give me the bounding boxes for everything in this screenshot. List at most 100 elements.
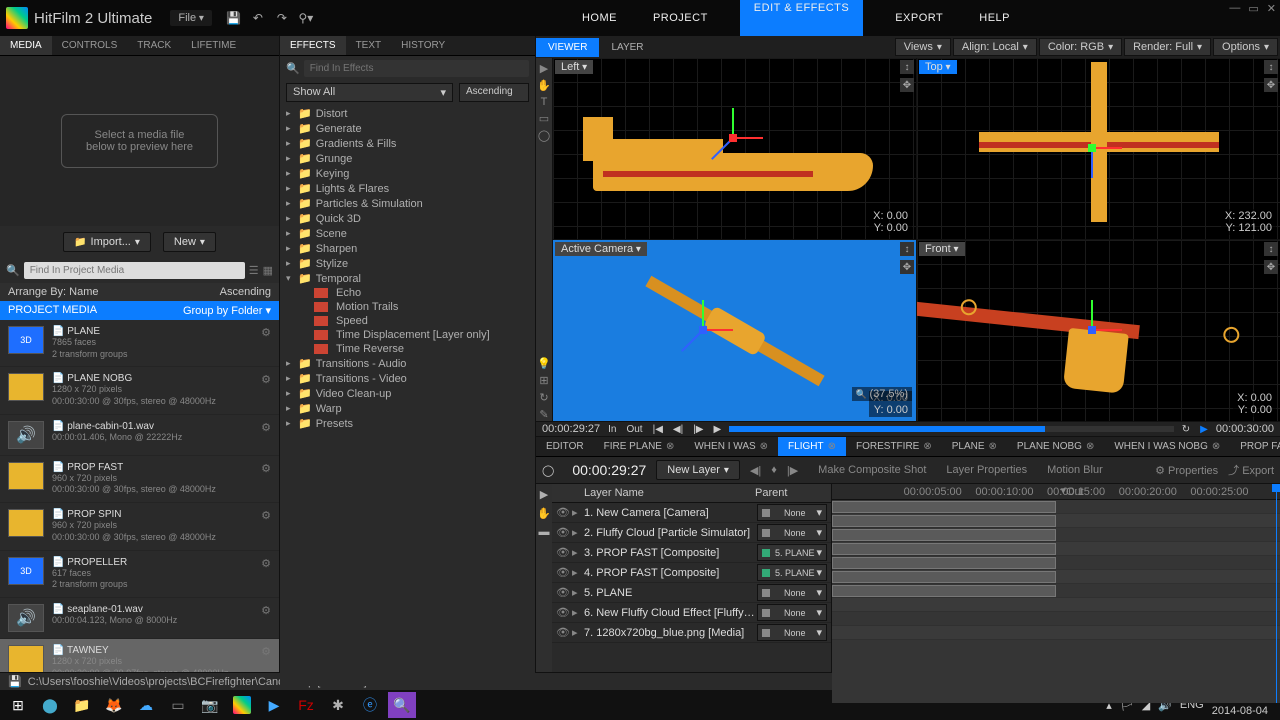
tab-text[interactable]: TEXT xyxy=(346,36,392,55)
timeline-ruler[interactable]: ▾ Out 00:00:05:0000:00:10:0000:00:15:000… xyxy=(832,484,1280,500)
timeline-track[interactable] xyxy=(832,556,1280,570)
maximize-viewport-icon[interactable]: ↕ xyxy=(1264,242,1278,256)
comp-tab[interactable]: WHEN I WAS NOBG⊗ xyxy=(1104,437,1230,456)
effect-folder[interactable]: ▸📁Generate xyxy=(280,121,535,136)
gear-icon[interactable]: ⚙ xyxy=(261,509,271,522)
timeline-track[interactable] xyxy=(832,598,1280,612)
effect-folder[interactable]: ▸📁Grunge xyxy=(280,151,535,166)
clip[interactable] xyxy=(832,543,1056,555)
comp-tab[interactable]: WHEN I WAS⊗ xyxy=(684,437,778,456)
gear-icon[interactable]: ⚙ xyxy=(261,462,271,475)
effect-folder[interactable]: ▸📁Stylize xyxy=(280,256,535,271)
effect-folder[interactable]: ▸📁Lights & Flares xyxy=(280,181,535,196)
close-tab-icon[interactable]: ⊗ xyxy=(760,441,768,452)
orbit-tool-icon[interactable]: ↻ xyxy=(539,391,548,404)
align-dropdown[interactable]: Align: Local ▾ xyxy=(953,38,1037,56)
timeline-tracks[interactable] xyxy=(832,500,1280,640)
kf-icon[interactable]: ♦ xyxy=(771,464,777,476)
hitfilm-icon[interactable] xyxy=(228,692,256,718)
effect-folder[interactable]: ▸📁Presets xyxy=(280,416,535,431)
visibility-icon[interactable]: 👁 xyxy=(556,546,570,559)
visibility-icon[interactable]: 👁 xyxy=(556,586,570,599)
effect-folder[interactable]: ▸📁Video Clean-up xyxy=(280,386,535,401)
effects-sort-dropdown[interactable]: Ascending xyxy=(459,83,529,102)
gear-icon[interactable]: ⚙ xyxy=(261,326,271,339)
effect-item[interactable]: Time Reverse xyxy=(280,342,535,356)
media-item[interactable]: 📄 PLANE NOBG 1280 x 720 pixels 00:00:30:… xyxy=(0,367,279,414)
redo-icon[interactable]: ↷ xyxy=(273,9,291,27)
effect-item[interactable]: Echo xyxy=(280,286,535,300)
nav-export[interactable]: EXPORT xyxy=(891,2,947,34)
search-icon[interactable]: 🔍 xyxy=(388,692,416,718)
expand-icon[interactable]: ▸ xyxy=(572,506,578,519)
comp-tab[interactable]: FIRE PLANE⊗ xyxy=(594,437,685,456)
timeline-track[interactable] xyxy=(832,514,1280,528)
expand-icon[interactable]: ▸ xyxy=(572,566,578,579)
properties-button[interactable]: ⚙ Properties xyxy=(1155,464,1218,477)
maximize-viewport-icon[interactable]: ↕ xyxy=(900,242,914,256)
expand-icon[interactable]: ▸ xyxy=(572,626,578,639)
close-tab-icon[interactable]: ⊗ xyxy=(828,441,836,452)
gear-icon[interactable]: ⚙ xyxy=(261,421,271,434)
layer-row[interactable]: 👁▸ 6. New Fluffy Cloud Effect [Fluffy Cl… xyxy=(552,603,831,623)
make-composite-button[interactable]: Make Composite Shot xyxy=(818,464,926,476)
visibility-icon[interactable]: 👁 xyxy=(556,626,570,639)
step-fwd-icon[interactable]: |▶ xyxy=(691,424,705,435)
effect-item[interactable]: Motion Trails xyxy=(280,300,535,314)
views-dropdown[interactable]: Views ▾ xyxy=(895,38,951,56)
nav-home[interactable]: HOME xyxy=(578,2,621,34)
effect-folder[interactable]: ▸📁Transitions - Video xyxy=(280,371,535,386)
media-item[interactable]: 🔊 📄 plane-cabin-01.wav 00:00:01.406, Mon… xyxy=(0,415,279,456)
save-icon[interactable]: 💾 xyxy=(225,9,243,27)
tab-viewer[interactable]: VIEWER xyxy=(536,38,599,57)
filezilla-icon[interactable]: Fz xyxy=(292,692,320,718)
expand-icon[interactable]: ▸ xyxy=(572,606,578,619)
app-icon[interactable]: ✱ xyxy=(324,692,352,718)
tab-history[interactable]: HISTORY xyxy=(391,36,455,55)
move-viewport-icon[interactable]: ✥ xyxy=(900,260,914,274)
gear-icon[interactable]: ⚙ xyxy=(261,645,271,658)
camera-icon[interactable]: 📷 xyxy=(196,692,224,718)
out-button[interactable]: Out xyxy=(624,424,644,435)
effect-folder[interactable]: ▸📁Distort xyxy=(280,106,535,121)
step-back-icon[interactable]: ◀| xyxy=(671,424,685,435)
gear-icon[interactable]: ⚙ xyxy=(261,373,271,386)
firefox-icon[interactable]: 🦊 xyxy=(100,692,128,718)
play-icon[interactable]: ▶ xyxy=(711,424,723,435)
expand-icon[interactable]: ▸ xyxy=(572,586,578,599)
clip[interactable] xyxy=(832,501,1056,513)
scrubber[interactable] xyxy=(729,426,1174,432)
close-tab-icon[interactable]: ⊗ xyxy=(989,441,997,452)
grid-tool-icon[interactable]: ⊞ xyxy=(539,374,548,387)
move-viewport-icon[interactable]: ✥ xyxy=(1264,78,1278,92)
effect-folder[interactable]: ▸📁Quick 3D xyxy=(280,211,535,226)
expand-icon[interactable]: ▸ xyxy=(572,546,578,559)
clip[interactable] xyxy=(832,529,1056,541)
tab-media[interactable]: MEDIA xyxy=(0,36,52,55)
parent-dropdown[interactable]: 5. PLANE▾ xyxy=(757,544,827,561)
select-tool-icon[interactable]: ▶ xyxy=(540,488,548,501)
maximize-icon[interactable]: ▭ xyxy=(1248,2,1258,15)
effect-folder[interactable]: ▸📁Scene xyxy=(280,226,535,241)
effect-folder[interactable]: ▸📁Gradients & Fills xyxy=(280,136,535,151)
motion-blur-button[interactable]: Motion Blur xyxy=(1047,464,1103,476)
comp-tab[interactable]: EDITOR xyxy=(536,437,594,456)
light-tool-icon[interactable]: 💡 xyxy=(537,357,551,370)
skydrive-icon[interactable]: ☁ xyxy=(132,692,160,718)
grid-view-icon[interactable]: ▦ xyxy=(263,264,273,277)
explorer-icon[interactable]: 📁 xyxy=(68,692,96,718)
clip[interactable] xyxy=(832,557,1056,569)
parent-dropdown[interactable]: None▾ xyxy=(757,624,827,641)
effect-folder[interactable]: ▾📁Temporal xyxy=(280,271,535,286)
layer-row[interactable]: 👁▸ 4. PROP FAST [Composite] 5. PLANE▾ xyxy=(552,563,831,583)
playhead[interactable] xyxy=(1276,484,1277,703)
render-dropdown[interactable]: Render: Full ▾ xyxy=(1124,38,1211,56)
viewport-label[interactable]: Left ▾ xyxy=(555,60,593,74)
comp-tab[interactable]: PLANE⊗ xyxy=(942,437,1007,456)
effect-item[interactable]: Speed xyxy=(280,314,535,328)
arrange-by-label[interactable]: Arrange By: Name xyxy=(8,286,98,298)
maximize-viewport-icon[interactable]: ↕ xyxy=(1264,60,1278,74)
layer-row[interactable]: 👁▸ 7. 1280x720bg_blue.png [Media] None▾ xyxy=(552,623,831,643)
close-tab-icon[interactable]: ⊗ xyxy=(666,441,674,452)
effects-search-input[interactable] xyxy=(304,60,529,77)
